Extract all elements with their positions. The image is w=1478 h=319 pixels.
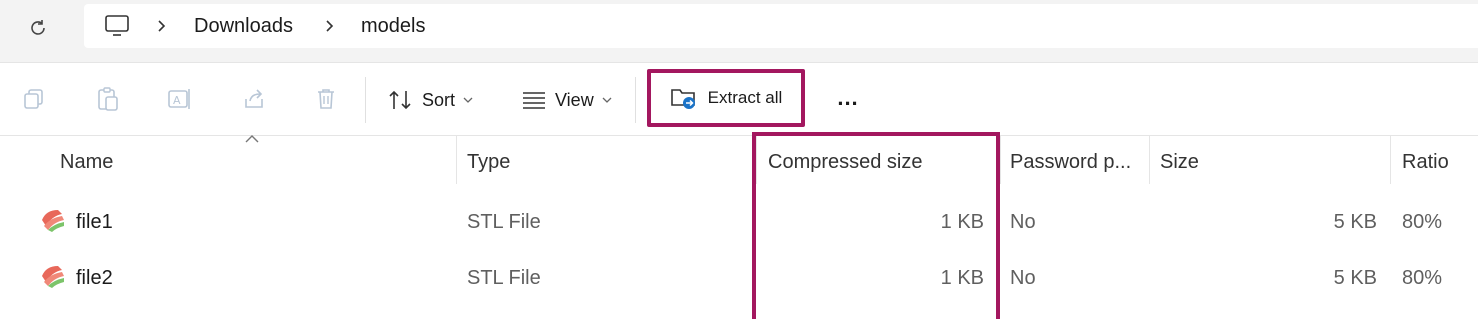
file-password: No	[1010, 266, 1036, 289]
toolbar-divider	[365, 77, 366, 123]
file-password: No	[1010, 210, 1036, 233]
more-options-button[interactable]: ...	[828, 83, 868, 113]
breadcrumb-models[interactable]: models	[361, 4, 425, 48]
column-header-compressed-size[interactable]: Compressed size	[768, 136, 923, 188]
file-ratio: 80%	[1402, 266, 1443, 289]
more-options-label: ...	[837, 85, 859, 110]
chevron-right-icon[interactable]	[324, 4, 336, 48]
rename-icon[interactable]: A	[166, 85, 194, 113]
column-divider[interactable]	[1149, 136, 1150, 184]
file-size: 5 KB	[1333, 210, 1377, 233]
sort-icon	[389, 90, 411, 110]
sort-label: Sort	[422, 89, 456, 110]
file-ratio: 80%	[1402, 210, 1443, 233]
chevron-right-icon[interactable]	[156, 4, 168, 48]
column-header-size[interactable]: Size	[1160, 136, 1199, 188]
copy-icon[interactable]	[20, 85, 48, 113]
column-header-password[interactable]: Password p...	[1010, 136, 1131, 188]
file-type: STL File	[467, 210, 541, 233]
column-divider[interactable]	[456, 136, 457, 184]
chevron-down-icon	[463, 97, 473, 103]
column-divider[interactable]	[756, 136, 757, 184]
share-icon[interactable]	[240, 85, 268, 113]
file-row[interactable]: file2 STL File 1 KB No 5 KB 80%	[0, 250, 1478, 306]
file-size: 5 KB	[1333, 266, 1377, 289]
stl-file-icon	[42, 266, 64, 288]
refresh-icon	[31, 20, 45, 35]
monitor-icon[interactable]	[104, 14, 130, 43]
address-bar-area: Downloads models	[0, 0, 1478, 62]
column-header-name[interactable]: Name	[60, 136, 113, 188]
sort-ascending-icon	[245, 135, 259, 143]
stl-file-icon	[42, 210, 64, 232]
extract-folder-icon	[670, 89, 695, 109]
delete-icon[interactable]	[312, 85, 340, 113]
address-bar[interactable]: Downloads models	[84, 4, 1478, 48]
file-name: file1	[76, 210, 113, 233]
view-label: View	[555, 89, 594, 110]
view-icon	[523, 92, 545, 109]
extract-all-label: Extract all	[707, 88, 783, 107]
file-name: file2	[76, 266, 113, 289]
toolbar-divider	[635, 77, 636, 123]
refresh-button[interactable]	[22, 12, 54, 44]
file-compressed-size: 1 KB	[940, 266, 984, 289]
extract-all-button[interactable]: Extract all	[647, 69, 805, 127]
column-divider[interactable]	[1000, 136, 1001, 184]
view-button[interactable]: View	[521, 77, 612, 123]
file-compressed-size: 1 KB	[940, 210, 984, 233]
paste-icon[interactable]	[94, 85, 122, 113]
file-row[interactable]: file1 STL File 1 KB No 5 KB 80%	[0, 194, 1478, 250]
chevron-down-icon	[602, 97, 612, 103]
command-bar: A Sort View Extract all ...	[0, 62, 1478, 136]
breadcrumb-downloads[interactable]: Downloads	[194, 4, 293, 48]
svg-text:A: A	[173, 94, 181, 107]
file-type: STL File	[467, 266, 541, 289]
column-divider[interactable]	[1390, 136, 1391, 184]
column-header-ratio[interactable]: Ratio	[1402, 136, 1449, 188]
sort-button[interactable]: Sort	[388, 77, 473, 123]
column-header-type[interactable]: Type	[467, 136, 510, 188]
